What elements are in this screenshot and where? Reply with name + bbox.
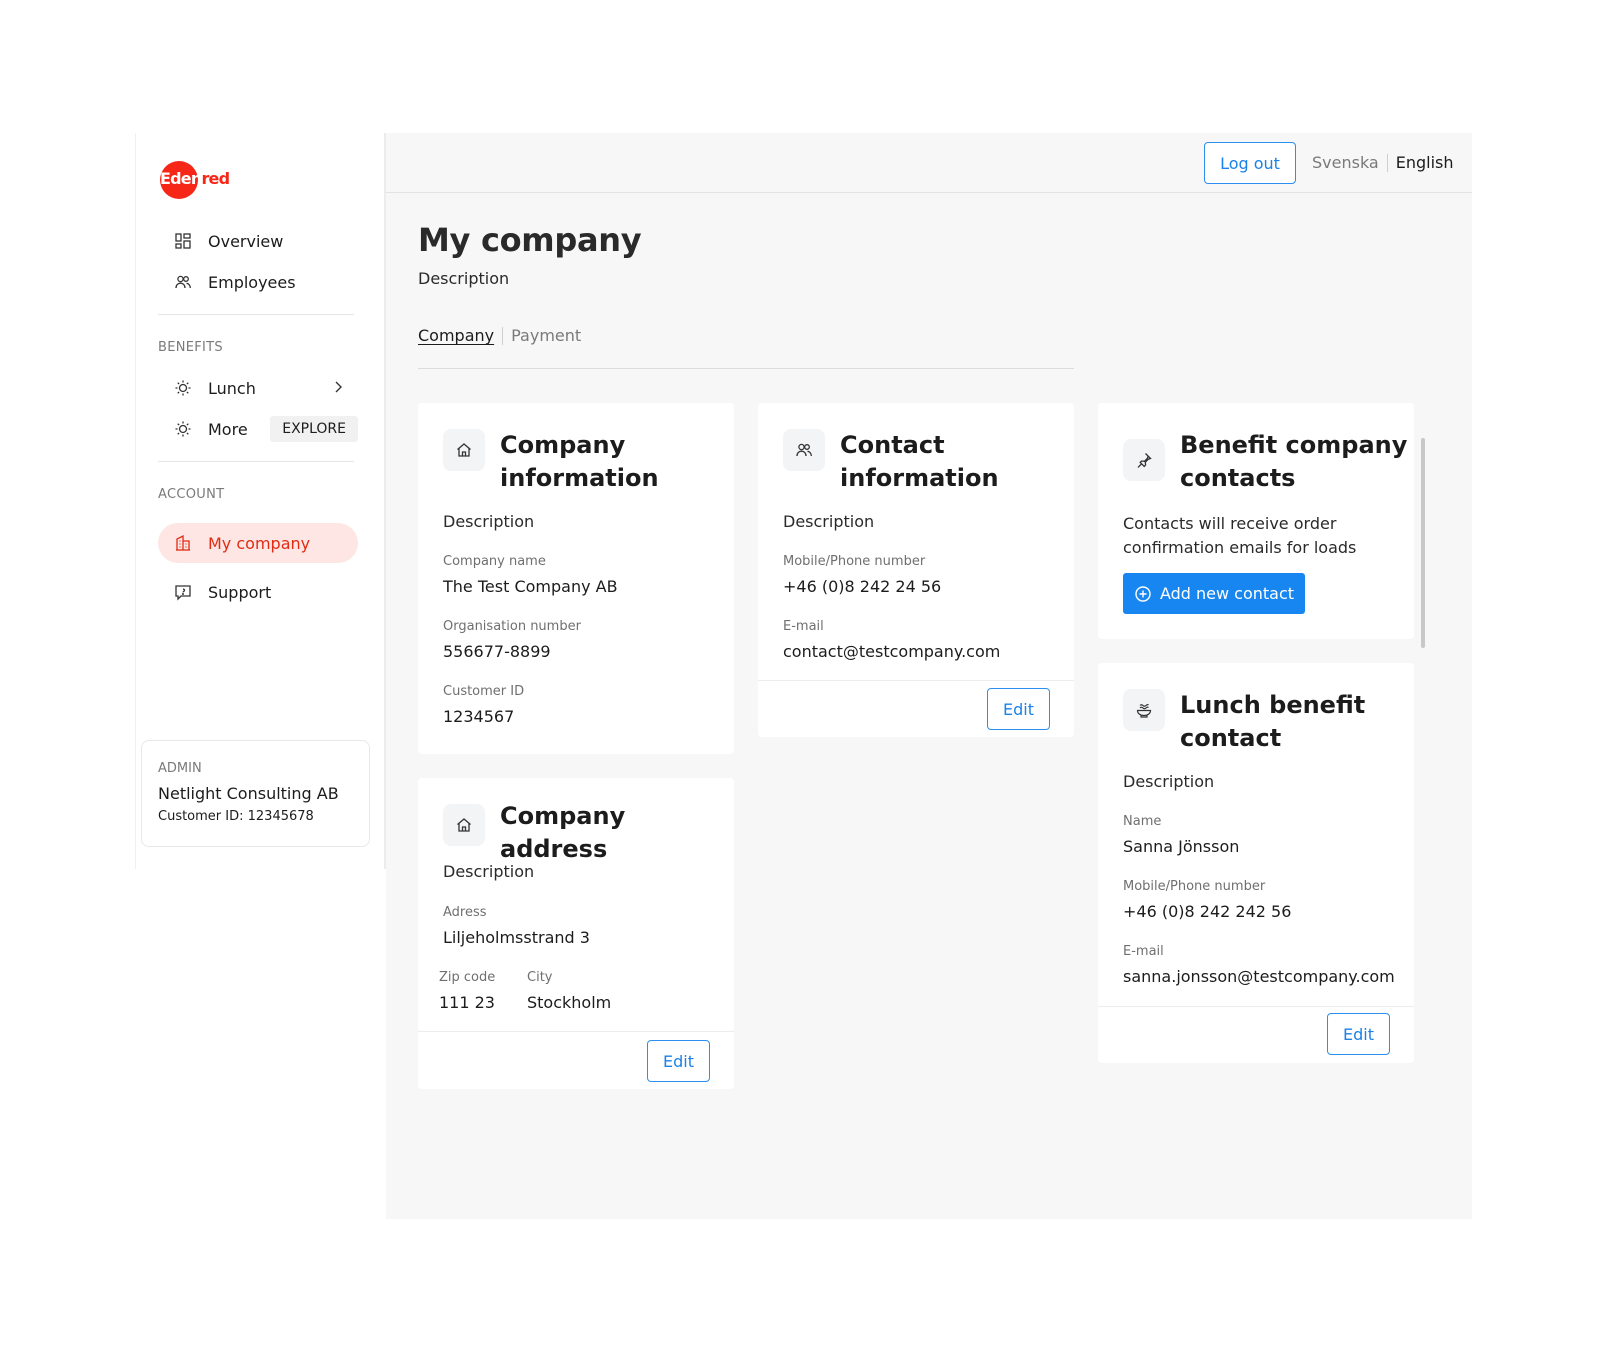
phone-value: +46 (0)8 242 242 56: [1123, 902, 1292, 921]
card-description: Description: [443, 512, 535, 531]
sidebar-item-employees[interactable]: Employees: [158, 262, 358, 302]
sidebar-divider: [158, 314, 354, 315]
customer-id-value: 1234567: [443, 707, 515, 726]
language-switcher: Svenska English: [1312, 153, 1454, 172]
phone-label: Mobile/Phone number: [1123, 879, 1266, 894]
admin-label: ADMIN: [158, 761, 202, 776]
email-value: sanna.jonsson@testcompany.com: [1123, 967, 1395, 986]
chat-icon: [174, 583, 192, 601]
sidebar-item-my-company[interactable]: My company: [158, 523, 358, 563]
sun-icon: [174, 379, 192, 397]
users-icon: [174, 273, 192, 291]
sidebar-item-label: Lunch: [208, 378, 256, 398]
zip-code-value: 111 23: [439, 993, 495, 1012]
lunch-benefit-contact-card: Lunch benefit contact Description Name S…: [1098, 663, 1414, 1063]
org-number-value: 556677-8899: [443, 642, 551, 661]
card-footer-divider: [418, 1031, 734, 1032]
sidebar-item-more[interactable]: More EXPLORE: [158, 409, 358, 449]
sun-icon: [174, 420, 192, 438]
phone-label: Mobile/Phone number: [783, 554, 926, 569]
admin-account-card[interactable]: ADMIN Netlight Consulting AB Customer ID…: [141, 740, 370, 847]
page-title: My company: [418, 221, 642, 259]
sidebar-item-support[interactable]: Support: [158, 572, 358, 612]
main-content: Log out Svenska English My company Descr…: [386, 133, 1472, 1219]
phone-value: +46 (0)8 242 24 56: [783, 577, 942, 596]
users-icon: [783, 429, 825, 471]
city-label: City: [527, 970, 553, 985]
home-icon: [443, 429, 485, 471]
add-contact-label: Add new contact: [1159, 584, 1295, 603]
pin-icon: [1123, 439, 1165, 481]
scrollbar[interactable]: [1421, 438, 1425, 648]
card-description: Contacts will receive order confirmation…: [1123, 514, 1357, 557]
logo-text: Edenred: [160, 169, 230, 188]
benefit-company-contacts-card: Benefit company contacts Contacts will r…: [1098, 403, 1414, 639]
customer-id-label: Customer ID: [443, 684, 525, 699]
lang-svenska[interactable]: Svenska: [1312, 153, 1379, 172]
account-section-label: ACCOUNT: [158, 487, 225, 502]
chevron-right-icon: [330, 379, 346, 395]
company-name-value: The Test Company AB: [443, 577, 618, 596]
card-description: Description: [1123, 772, 1215, 791]
city-value: Stockholm: [527, 993, 612, 1012]
sidebar-item-overview[interactable]: Overview: [158, 221, 358, 261]
tab-bar: Company Payment: [418, 326, 581, 345]
lunch-bowl-icon: [1123, 689, 1165, 731]
sidebar-divider: [158, 461, 354, 462]
app-window: Edenred Overview Employees BENEFITS Lunc…: [135, 133, 1472, 1219]
top-bar: Log out Svenska English: [386, 133, 1472, 193]
card-title: Contact information: [840, 431, 999, 492]
logout-button[interactable]: Log out: [1204, 142, 1296, 184]
company-name-label: Company name: [443, 554, 546, 569]
email-label: E-mail: [1123, 944, 1164, 959]
add-new-contact-button[interactable]: Add new contact: [1123, 573, 1305, 614]
zip-code-label: Zip code: [439, 970, 496, 985]
dashboard-icon: [174, 232, 192, 250]
card-title: Company address: [500, 802, 626, 863]
card-title: Company information: [500, 431, 659, 492]
building-icon: [174, 534, 192, 552]
card-description: Description: [443, 862, 535, 881]
card-description: Description: [783, 512, 875, 531]
contact-information-card: Contact information Description Mobile/P…: [758, 403, 1074, 737]
card-title: Lunch benefit contact: [1180, 691, 1366, 752]
plus-circle-icon: [1135, 585, 1151, 602]
card-footer-divider: [1098, 1006, 1414, 1007]
lang-english[interactable]: English: [1396, 153, 1454, 172]
edenred-logo[interactable]: Edenred: [160, 161, 230, 201]
address-value: Liljeholmsstrand 3: [443, 928, 590, 947]
card-title: Benefit company contacts: [1180, 431, 1408, 492]
address-label: Adress: [443, 905, 487, 920]
edit-lunch-contact-button[interactable]: Edit: [1327, 1013, 1390, 1055]
explore-badge[interactable]: EXPLORE: [270, 416, 358, 442]
tab-separator: [502, 326, 504, 345]
lang-separator: [1386, 153, 1388, 172]
org-number-label: Organisation number: [443, 619, 581, 634]
home-icon: [443, 804, 485, 846]
tab-payment[interactable]: Payment: [511, 326, 581, 345]
sidebar-item-label: More: [208, 419, 248, 439]
edit-contact-button[interactable]: Edit: [987, 688, 1050, 730]
email-value: contact@testcompany.com: [783, 642, 1001, 661]
email-label: E-mail: [783, 619, 824, 634]
sidebar-item-label: My company: [208, 533, 311, 553]
sidebar-item-lunch[interactable]: Lunch: [158, 368, 358, 408]
name-label: Name: [1123, 814, 1162, 829]
admin-customer-id: Customer ID: 12345678: [158, 809, 314, 824]
page-description: Description: [418, 269, 510, 288]
sidebar-item-label: Support: [208, 582, 272, 602]
name-value: Sanna Jönsson: [1123, 837, 1240, 856]
sidebar: Edenred Overview Employees BENEFITS Lunc…: [135, 133, 385, 869]
tab-company[interactable]: Company: [418, 326, 494, 345]
tabs-divider: [418, 368, 1074, 369]
sidebar-item-label: Employees: [208, 272, 296, 292]
card-footer-divider: [758, 680, 1074, 681]
benefits-section-label: BENEFITS: [158, 340, 223, 355]
company-information-card: Company information Description Company …: [418, 403, 734, 754]
edit-address-button[interactable]: Edit: [647, 1040, 710, 1082]
sidebar-item-label: Overview: [208, 231, 284, 251]
admin-company-name: Netlight Consulting AB: [158, 784, 339, 803]
company-address-card: Company address Description Adress Lilje…: [418, 778, 734, 1089]
